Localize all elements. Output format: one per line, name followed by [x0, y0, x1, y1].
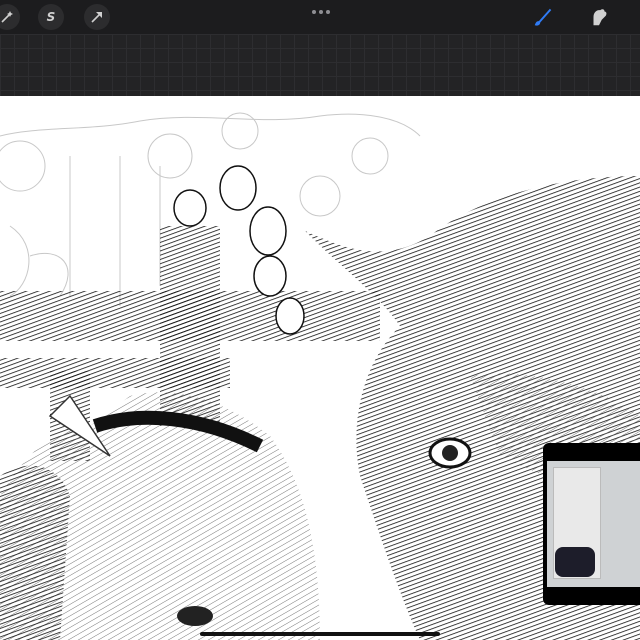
transform-arrow-icon [91, 12, 102, 23]
pip-video-frame [547, 461, 640, 587]
top-toolbar: S [0, 0, 640, 34]
picture-in-picture-video[interactable] [543, 443, 640, 605]
home-indicator [200, 632, 440, 636]
smudge-icon [593, 9, 607, 26]
adjustments-button[interactable] [0, 4, 20, 30]
ellipsis-dot [326, 10, 330, 14]
brush-icon [534, 8, 552, 26]
smudge-tool-button[interactable] [586, 4, 612, 30]
workspace-background [0, 34, 640, 96]
brush-tool-button[interactable] [530, 4, 556, 30]
left-horse-eye [177, 606, 213, 626]
ellipsis-icon [312, 10, 316, 14]
magic-wand-icon [1, 11, 13, 23]
transform-button[interactable] [84, 4, 110, 30]
more-options-button[interactable] [308, 6, 334, 18]
selection-button[interactable]: S [38, 4, 64, 30]
ellipsis-dot [319, 10, 323, 14]
selection-s-icon: S [46, 10, 56, 24]
right-horse-pupil [442, 445, 458, 461]
left-horse-mane [0, 465, 70, 640]
pip-chair [555, 547, 595, 577]
